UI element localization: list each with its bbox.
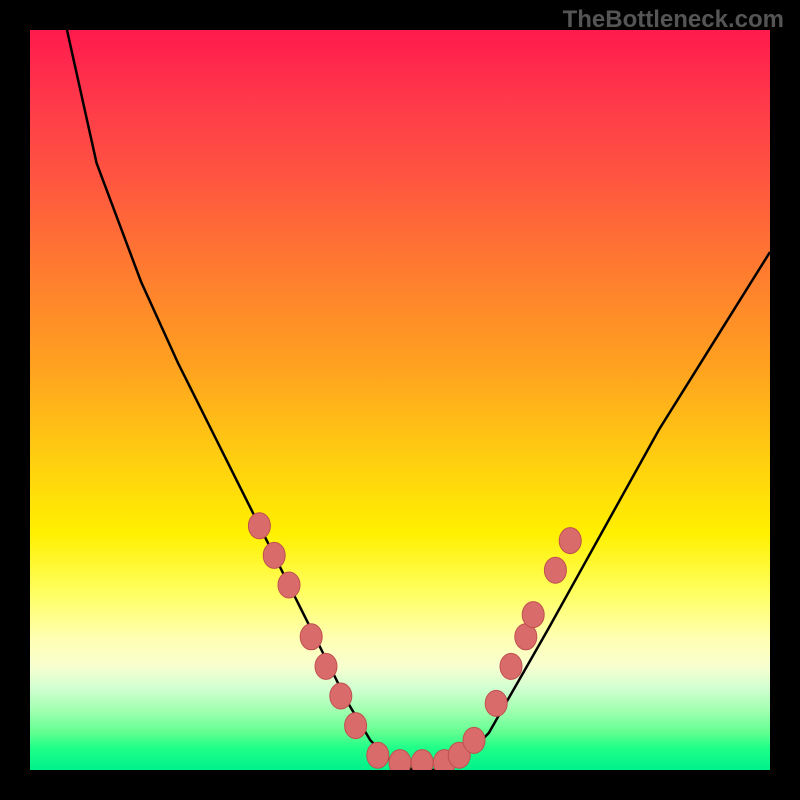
curve-marker <box>345 713 367 739</box>
watermark-text: TheBottleneck.com <box>563 6 784 34</box>
curve-marker <box>300 624 322 650</box>
curve-marker <box>263 542 285 568</box>
curve-marker <box>330 683 352 709</box>
chart-svg <box>30 30 770 770</box>
curve-marker <box>522 602 544 628</box>
chart-area <box>30 30 770 770</box>
bottleneck-curve <box>67 30 770 770</box>
curve-marker <box>485 690 507 716</box>
curve-marker <box>463 727 485 753</box>
curve-marker <box>278 572 300 598</box>
curve-marker <box>367 742 389 768</box>
curve-marker <box>544 557 566 583</box>
curve-marker <box>389 750 411 770</box>
curve-marker <box>411 750 433 770</box>
curve-marker <box>500 653 522 679</box>
curve-marker <box>248 513 270 539</box>
curve-marker <box>315 653 337 679</box>
curve-marker <box>559 528 581 554</box>
curve-markers <box>248 513 581 770</box>
